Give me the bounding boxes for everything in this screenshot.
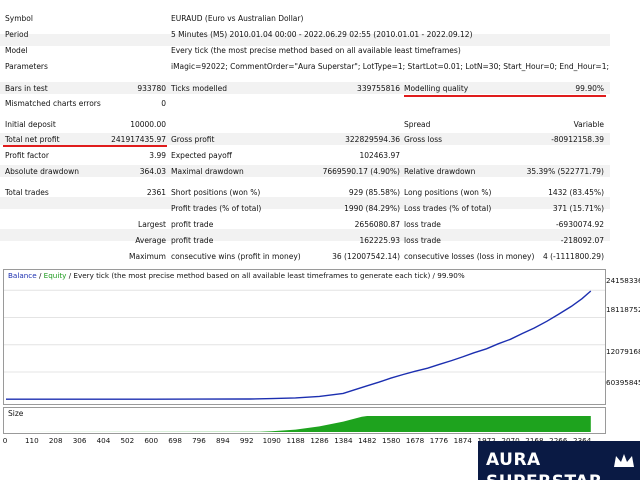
expected-payoff-value: 102463.97	[359, 151, 400, 160]
size-chart: Size	[3, 407, 606, 434]
x-tick-label: 306	[72, 436, 87, 445]
initial-deposit-value: 10000.00	[130, 120, 166, 129]
total-net-profit-label: Total net profit	[5, 135, 60, 144]
gross-loss-value: -80912158.39	[551, 135, 604, 144]
largest-profit-label: profit trade	[171, 220, 214, 229]
average-profit-value: 162225.93	[359, 236, 400, 245]
largest-profit-value: 2656080.87	[354, 220, 400, 229]
model-value: Every tick (the most precise method base…	[171, 46, 461, 55]
gross-loss-label: Gross loss	[404, 135, 443, 144]
short-positions-value: 929 (85.58%)	[348, 188, 400, 197]
total-net-profit-value: 241917435.97	[111, 135, 166, 144]
x-tick-label: 698	[168, 436, 182, 445]
profit-factor-label: Profit factor	[5, 151, 49, 160]
x-tick-label: 1678	[405, 436, 425, 445]
largest-label: Largest	[138, 220, 166, 229]
gross-profit-label: Gross profit	[171, 135, 215, 144]
expected-payoff-label: Expected payoff	[171, 151, 232, 160]
spread-label: Spread	[404, 120, 431, 129]
x-tick-label: 502	[120, 436, 135, 445]
x-tick-label: 1874	[453, 436, 472, 445]
spread-value: Variable	[573, 120, 604, 129]
period-label: Period	[5, 30, 29, 39]
bars-in-test-value: 933780	[137, 84, 166, 93]
long-positions-label: Long positions (won %)	[404, 188, 492, 197]
size-series-area	[6, 416, 591, 432]
profit-trades-label: Profit trades (% of total)	[171, 204, 262, 213]
x-tick-label: 0	[2, 436, 8, 445]
largest-loss-label: loss trade	[404, 220, 441, 229]
maximum-losses-value: 4 (-1111800.29)	[542, 252, 604, 261]
profit-factor-value: 3.99	[149, 151, 166, 160]
x-tick-label: 1286	[310, 436, 329, 445]
x-tick-label: 992	[239, 436, 254, 445]
x-tick-label: 600	[144, 436, 159, 445]
long-positions-value: 1432 (83.45%)	[548, 188, 604, 197]
initial-deposit-label: Initial deposit	[5, 120, 56, 129]
mismatched-value: 0	[161, 99, 166, 108]
aura-superstar-logo: AURA SUPERSTAR	[478, 441, 640, 480]
absolute-drawdown-value: 364.03	[139, 167, 166, 176]
maximum-label: Maximum	[129, 252, 166, 261]
average-loss-label: loss trade	[404, 236, 441, 245]
total-net-profit-underline	[3, 145, 167, 147]
maximal-drawdown-value: 7669590.17 (4.90%)	[322, 167, 400, 176]
balance-plot	[4, 289, 605, 400]
x-tick-label: 894	[215, 436, 230, 445]
x-tick-label: 1482	[358, 436, 377, 445]
bars-in-test-label: Bars in test	[5, 84, 48, 93]
largest-loss-value: -6930074.92	[555, 220, 604, 229]
x-tick-label: 1384	[334, 436, 353, 445]
model-label: Model	[5, 46, 28, 55]
total-trades-value: 2361	[146, 188, 166, 197]
average-loss-value: -218092.07	[560, 236, 604, 245]
symbol-value: EURAUD (Euro vs Australian Dollar)	[171, 14, 304, 23]
size-plot	[6, 416, 591, 432]
average-label: Average	[135, 236, 166, 245]
x-tick-label: 1580	[382, 436, 401, 445]
ticks-modelled-label: Ticks modelled	[171, 84, 228, 93]
relative-drawdown-value: 35.39% (522771.79)	[526, 167, 604, 176]
y-tick-label: 18118752	[606, 305, 640, 314]
mismatched-label: Mismatched charts errors	[5, 99, 101, 108]
crown-icon	[614, 454, 634, 467]
relative-drawdown-label: Relative drawdown	[404, 167, 476, 176]
x-tick-label: 1090	[262, 436, 281, 445]
maximum-wins-value: 36 (12007542.14)	[332, 252, 400, 261]
short-positions-label: Short positions (won %)	[171, 188, 261, 197]
balance-chart: Balance / Equity / Every tick (the most …	[3, 269, 606, 405]
average-profit-label: profit trade	[171, 236, 214, 245]
x-tick-label: 404	[96, 436, 111, 445]
loss-trades-value: 371 (15.71%)	[552, 204, 604, 213]
x-tick-label: 1776	[429, 436, 449, 445]
x-tick-label: 1188	[286, 436, 305, 445]
parameters-value: iMagic=92022; CommentOrder="Aura Superst…	[171, 62, 610, 71]
profit-trades-value: 1990 (84.29%)	[344, 204, 400, 213]
modelling-quality-label: Modelling quality	[404, 84, 469, 93]
symbol-label: Symbol	[5, 14, 33, 23]
x-tick-label: 208	[48, 436, 63, 445]
ticks-modelled-value: 339755816	[357, 84, 400, 93]
modelling-quality-underline	[404, 95, 606, 97]
parameters-label: Parameters	[5, 62, 48, 71]
modelling-quality-value: 99.90%	[575, 84, 604, 93]
x-tick-label: 110	[24, 436, 39, 445]
y-tick-label: 12079168	[606, 347, 640, 356]
maximum-wins-label: consecutive wins (profit in money)	[171, 252, 301, 261]
y-tick-label: 60395845	[606, 378, 640, 387]
loss-trades-label: Loss trades (% of total)	[404, 204, 492, 213]
maximal-drawdown-label: Maximal drawdown	[171, 167, 244, 176]
period-value: 5 Minutes (M5) 2010.01.04 00:00 - 2022.0…	[171, 30, 473, 39]
gross-profit-value: 322829594.36	[345, 135, 400, 144]
y-tick-label: 24158336	[606, 276, 640, 285]
total-trades-label: Total trades	[5, 188, 49, 197]
x-tick-label: 796	[192, 436, 206, 445]
absolute-drawdown-label: Absolute drawdown	[5, 167, 79, 176]
